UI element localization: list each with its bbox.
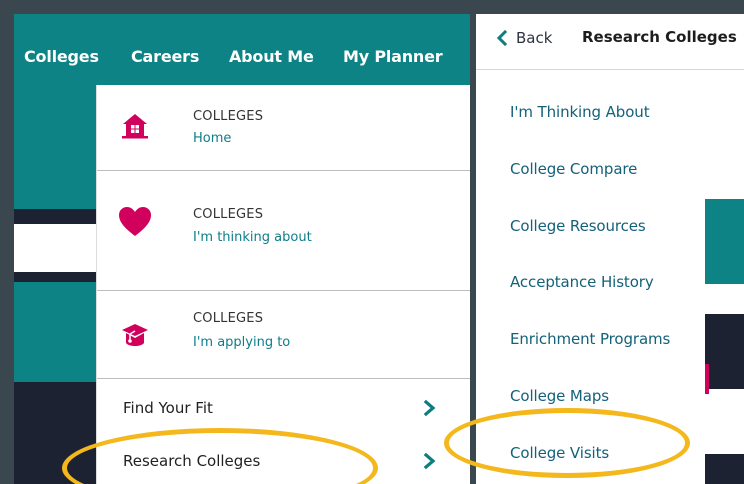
card-category: COLLEGES — [193, 311, 264, 326]
card-label: I'm applying to — [193, 335, 291, 350]
back-button[interactable]: Back — [516, 29, 552, 47]
dropdown-card-home[interactable]: COLLEGES Home — [97, 85, 470, 171]
dropdown-card-thinking-about[interactable]: COLLEGES I'm thinking about — [97, 171, 470, 291]
heart-icon — [119, 207, 151, 236]
submenu-item-acceptance-history[interactable]: Acceptance History — [510, 273, 654, 291]
main-navigation-panel: Colleges Careers About Me My Planner COL… — [14, 14, 470, 484]
house-icon — [122, 114, 148, 139]
submenu-header: Back Research Colleges — [476, 14, 744, 70]
nav-careers[interactable]: Careers — [131, 47, 199, 66]
background-strip — [705, 364, 709, 394]
chevron-right-icon — [423, 400, 436, 416]
graduation-cap-icon — [122, 324, 148, 346]
colleges-dropdown-menu: COLLEGES Home COLLEGES I'm thinking abou… — [96, 85, 470, 484]
page-content-band — [14, 224, 96, 272]
submenu-title: Research Colleges — [582, 28, 737, 46]
background-strip — [705, 314, 744, 389]
chevron-left-icon[interactable] — [496, 30, 508, 46]
link-label: Find Your Fit — [123, 399, 213, 417]
submenu-item-college-compare[interactable]: College Compare — [510, 160, 637, 178]
card-category: COLLEGES — [193, 109, 264, 124]
find-your-fit-link[interactable]: Find Your Fit — [97, 389, 470, 429]
card-label: I'm thinking about — [193, 230, 312, 245]
card-label: Home — [193, 131, 232, 146]
highlight-ellipse-college-visits — [444, 408, 690, 478]
submenu-item-enrichment-programs[interactable]: Enrichment Programs — [510, 330, 670, 348]
nav-about-me[interactable]: About Me — [229, 47, 314, 66]
nav-my-planner[interactable]: My Planner — [343, 47, 443, 66]
submenu-item-college-maps[interactable]: College Maps — [510, 387, 609, 405]
background-strip — [705, 454, 744, 484]
submenu-item-college-resources[interactable]: College Resources — [510, 217, 646, 235]
dropdown-card-applying-to[interactable]: COLLEGES I'm applying to — [97, 291, 470, 379]
background-strip — [705, 199, 744, 284]
nav-colleges[interactable]: Colleges — [24, 47, 99, 66]
card-category: COLLEGES — [193, 207, 264, 222]
chevron-right-icon — [423, 453, 436, 469]
page-teal-band — [14, 282, 96, 382]
submenu-item-thinking-about[interactable]: I'm Thinking About — [510, 103, 650, 121]
